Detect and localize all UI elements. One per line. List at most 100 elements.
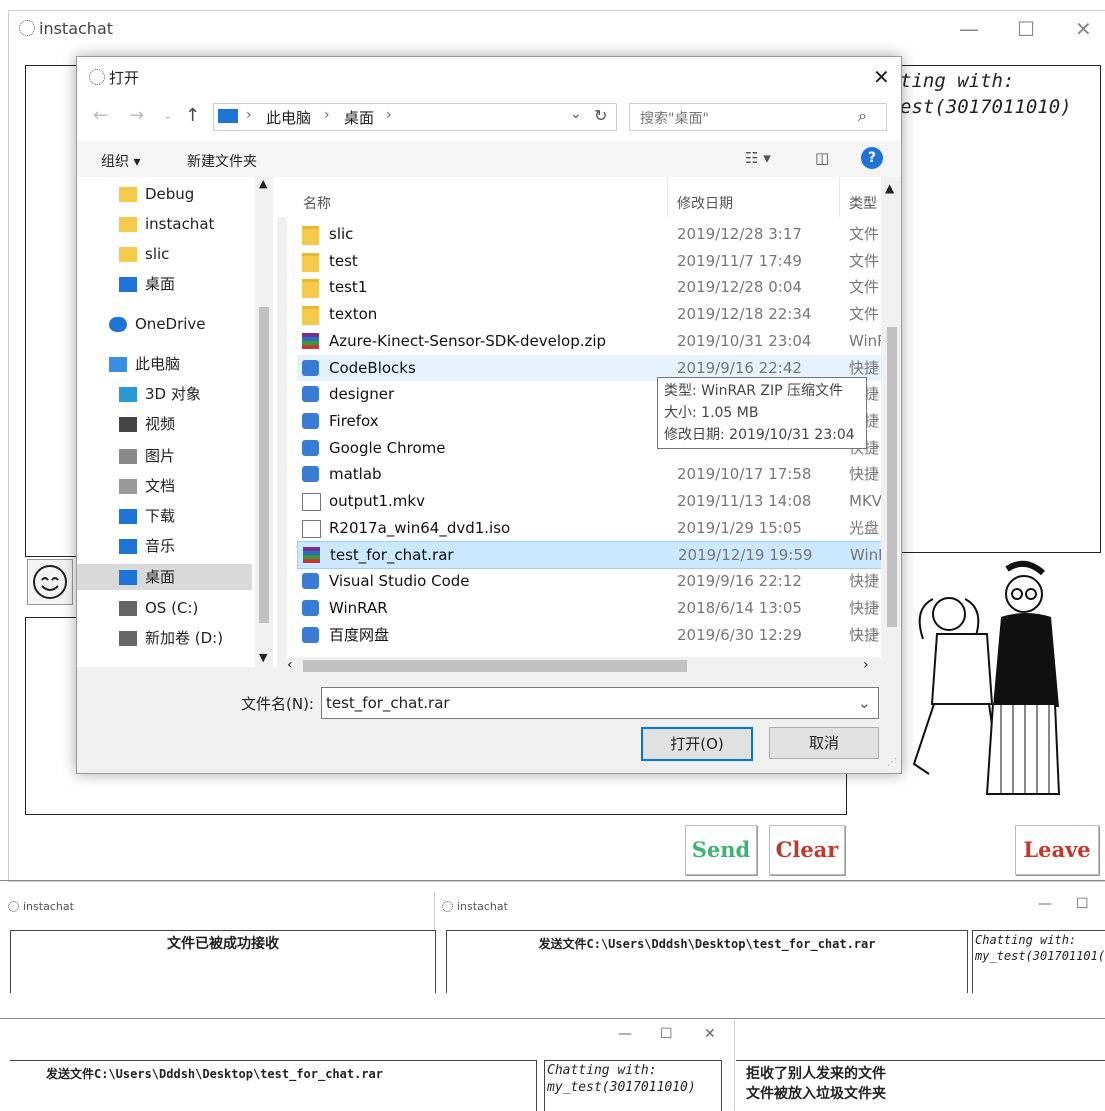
- maximize-icon[interactable]: ☐: [1017, 17, 1035, 41]
- sidebar-item[interactable]: instachat: [77, 211, 252, 237]
- address-bar[interactable]: › 此电脑 › 桌面 › ⌄ ↻: [213, 103, 617, 131]
- search-icon[interactable]: ⌕: [858, 106, 867, 126]
- preview-pane-icon[interactable]: ◫: [815, 149, 829, 167]
- file-row[interactable]: test1 2019/12/28 0:04 文件: [297, 274, 887, 300]
- file-row[interactable]: 百度网盘 2019/6/30 12:29 快捷: [297, 622, 887, 648]
- maximize-icon[interactable]: ☐: [660, 1026, 673, 1042]
- file-row[interactable]: test 2019/11/7 17:49 文件: [297, 248, 887, 274]
- desktop-icon: [119, 277, 137, 292]
- scroll-down-icon[interactable]: ▼: [259, 651, 267, 664]
- close-icon[interactable]: ✕: [1075, 17, 1092, 41]
- scroll-up-icon[interactable]: ▲: [259, 177, 267, 190]
- forward-arrow-icon[interactable]: →: [129, 105, 144, 126]
- sidebar-item-label: slic: [145, 245, 170, 263]
- maximize-icon[interactable]: ☐: [1076, 896, 1089, 912]
- scroll-right-icon[interactable]: ›: [863, 657, 869, 673]
- new-folder-button[interactable]: 新建文件夹: [187, 151, 257, 171]
- sidebar-item[interactable]: OneDrive: [77, 311, 252, 337]
- sidebar-scroll-thumb[interactable]: [259, 307, 269, 623]
- help-icon[interactable]: ?: [861, 147, 883, 169]
- snippet-chatting-with-user: my_test(301701101(: [975, 949, 1105, 963]
- filename-label: 文件名(N):: [241, 695, 314, 713]
- file-date: 2019/11/7 17:49: [677, 251, 802, 270]
- file-row[interactable]: Azure-Kinect-Sensor-SDK-develop.zip 2019/…: [297, 328, 887, 354]
- scroll-up-icon[interactable]: ▲: [885, 181, 894, 195]
- sent-message-2: 发送文件C:\Users\Dddsh\Desktop\test_for_chat…: [46, 1067, 383, 1081]
- emoji-button[interactable]: [27, 559, 73, 605]
- snippet-title: instachat: [442, 900, 508, 913]
- file-name: test: [329, 251, 358, 270]
- horizontal-scrollbar[interactable]: ‹ ›: [287, 657, 877, 675]
- column-header-type[interactable]: 类型: [849, 193, 877, 213]
- document-icon: [119, 479, 137, 494]
- column-header-date[interactable]: 修改日期: [677, 193, 733, 213]
- column-header-name[interactable]: 名称: [303, 193, 331, 213]
- organize-button[interactable]: 组织 ▾: [101, 151, 140, 171]
- folder-icon: [119, 187, 137, 202]
- snippet-title: instachat: [8, 900, 74, 913]
- sidebar-item-label: 音乐: [145, 537, 176, 555]
- sidebar-item[interactable]: 桌面: [77, 564, 252, 590]
- sidebar-scrollbar[interactable]: ▲ ▼: [255, 177, 273, 667]
- file-name: 百度网盘: [329, 625, 390, 644]
- file-row[interactable]: R2017a_win64_dvd1.iso 2019/1/29 15:05 光盘: [297, 515, 887, 541]
- sidebar-item[interactable]: 文档: [77, 473, 252, 499]
- file-name: texton: [329, 305, 378, 324]
- sidebar-item-label: 桌面: [145, 568, 176, 586]
- clear-button[interactable]: Clear: [769, 825, 845, 875]
- filename-input[interactable]: test_for_chat.rar ⌄: [321, 687, 879, 719]
- search-box[interactable]: 搜索"桌面" ⌕: [629, 103, 887, 131]
- minimize-icon[interactable]: —: [959, 17, 979, 41]
- dialog-close-icon[interactable]: ✕: [873, 65, 890, 89]
- refresh-icon[interactable]: ↻: [594, 106, 607, 125]
- cancel-button[interactable]: 取消: [769, 727, 879, 759]
- desktop-icon: [119, 570, 137, 585]
- close-icon[interactable]: ✕: [704, 1026, 716, 1042]
- file-date: 2019/10/17 17:58: [677, 465, 812, 484]
- horizontal-scroll-thumb[interactable]: [303, 660, 687, 672]
- file-row[interactable]: test_for_chat.rar2019/12/19 19:59WinRAR: [297, 541, 889, 570]
- sidebar-item[interactable]: 下载: [77, 503, 252, 529]
- up-arrow-icon[interactable]: ↑: [185, 105, 200, 126]
- file-row[interactable]: texton 2019/12/18 22:34 文件: [297, 301, 887, 327]
- tooltip-modified: 修改日期: 2019/10/31 23:04: [664, 427, 855, 443]
- sidebar-item[interactable]: 图片: [77, 443, 252, 469]
- file-list-scrollbar[interactable]: ▲: [881, 177, 901, 657]
- file-row[interactable]: slic 2019/12/28 3:17 文件: [297, 221, 887, 247]
- file-row[interactable]: output1.mkv 2019/11/13 14:08 MKV: [297, 488, 887, 514]
- snippet-sent-panel: 发送文件C:\Users\Dddsh\Desktop\test_for_chat…: [446, 930, 968, 993]
- breadcrumb-desktop[interactable]: 桌面: [344, 107, 374, 128]
- file-list-scroll-thumb[interactable]: [887, 327, 897, 627]
- recent-dropdown-icon[interactable]: ⌄: [163, 109, 172, 122]
- breadcrumb-this-pc[interactable]: 此电脑: [266, 107, 311, 128]
- search-input[interactable]: 搜索"桌面": [640, 108, 709, 128]
- open-button[interactable]: 打开(O): [641, 727, 753, 761]
- back-arrow-icon[interactable]: ←: [93, 105, 108, 126]
- sidebar-item[interactable]: 音乐: [77, 533, 252, 559]
- sidebar-item[interactable]: 视频: [77, 411, 252, 437]
- file-row[interactable]: Visual Studio Code 2019/9/16 22:12 快捷: [297, 568, 887, 594]
- app-icon: [302, 386, 319, 403]
- sidebar-item[interactable]: 新加卷 (D:): [77, 625, 252, 651]
- address-dropdown-icon[interactable]: ⌄: [570, 106, 582, 122]
- minimize-icon[interactable]: —: [1038, 896, 1052, 912]
- sidebar-item-label: 图片: [145, 447, 176, 465]
- file-date: 2019/6/30 12:29: [677, 625, 802, 644]
- scroll-left-icon[interactable]: ‹: [287, 657, 293, 673]
- sidebar-item[interactable]: 此电脑: [77, 351, 252, 377]
- sidebar-item[interactable]: Debug: [77, 181, 252, 207]
- sidebar-item[interactable]: 桌面: [77, 271, 252, 297]
- filename-value: test_for_chat.rar: [326, 694, 450, 712]
- view-options-icon[interactable]: ☷ ▾: [745, 149, 771, 167]
- leave-button[interactable]: Leave: [1015, 825, 1099, 875]
- sidebar-item[interactable]: slic: [77, 241, 252, 267]
- file-row[interactable]: WinRAR 2018/6/14 13:05 快捷: [297, 595, 887, 621]
- filename-dropdown-icon[interactable]: ⌄: [858, 688, 871, 718]
- file-row[interactable]: matlab 2019/10/17 17:58 快捷: [297, 461, 887, 487]
- sidebar-item[interactable]: 3D 对象: [77, 381, 252, 407]
- minimize-icon[interactable]: —: [618, 1026, 632, 1042]
- resize-grip-icon[interactable]: ⋰: [887, 757, 897, 768]
- sidebar-item[interactable]: OS (C:): [77, 595, 252, 621]
- download-icon: [119, 509, 137, 524]
- send-button[interactable]: Send: [685, 825, 757, 875]
